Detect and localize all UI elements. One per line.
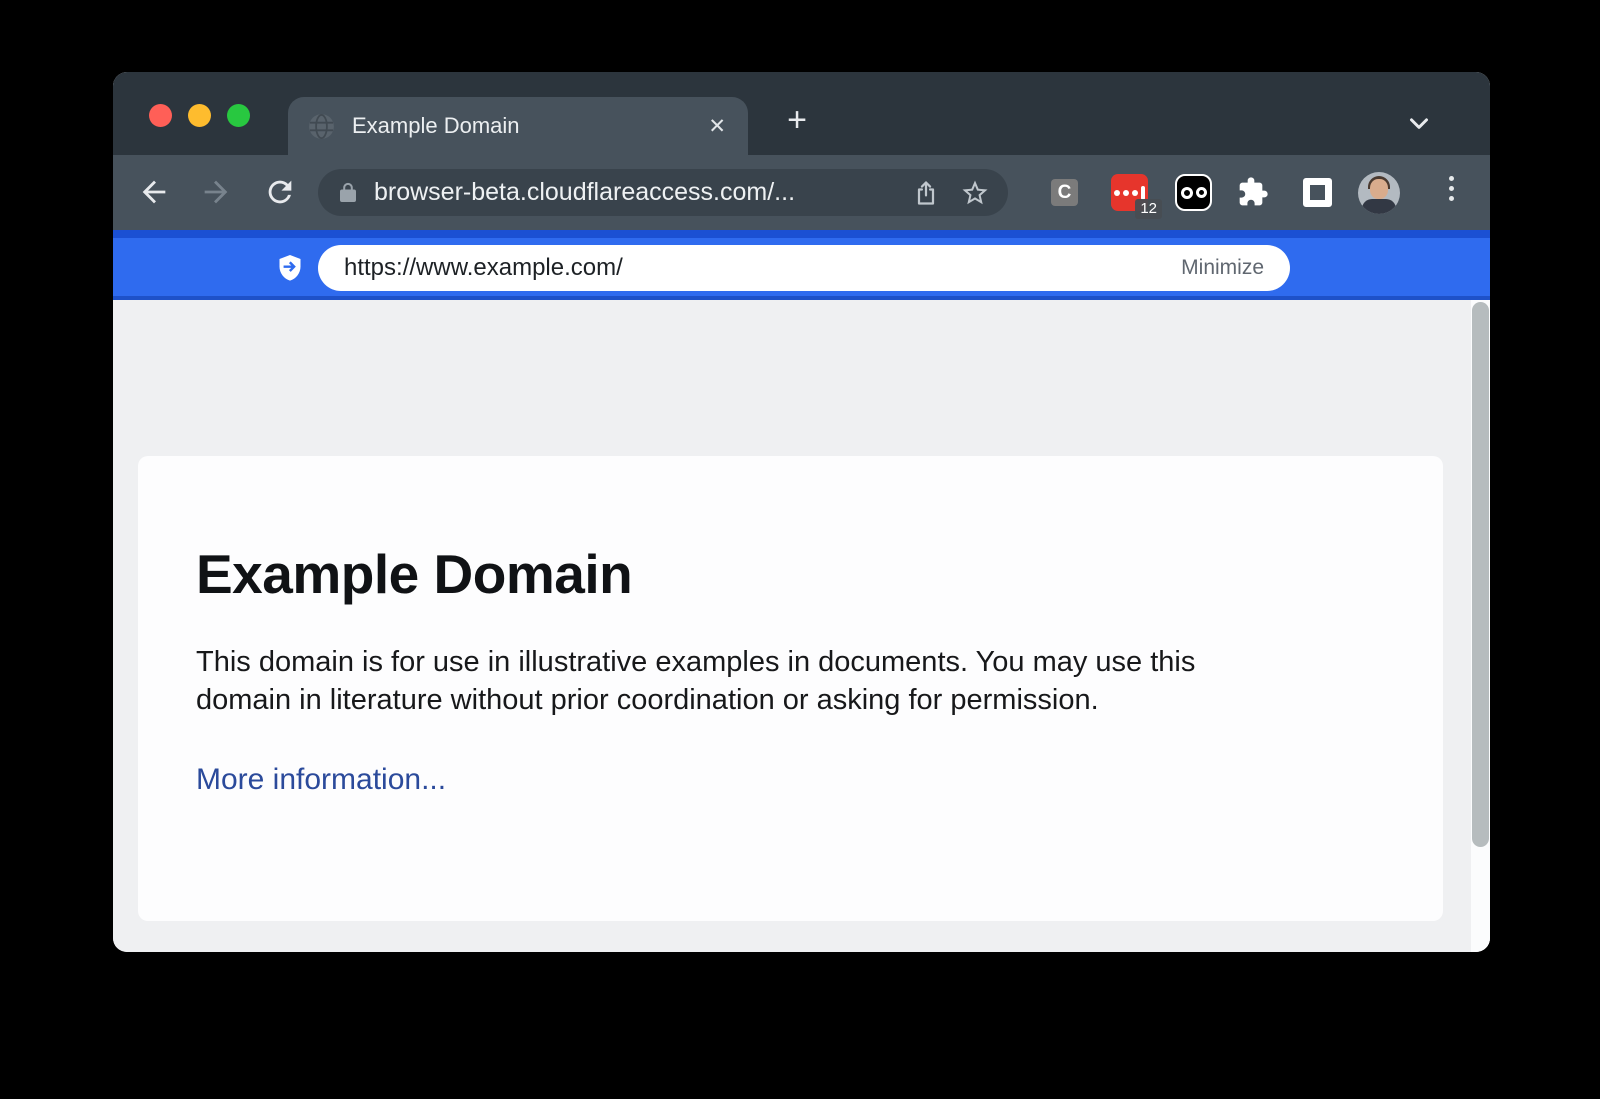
access-banner-top-strip <box>113 230 1490 238</box>
globe-favicon-icon <box>308 113 335 140</box>
paragraph-line: domain in literature without prior coord… <box>196 681 1383 719</box>
reload-icon[interactable] <box>263 175 297 209</box>
tab-search-chevron-icon[interactable] <box>1404 108 1434 138</box>
page-viewport: Example Domain This domain is for use in… <box>113 300 1490 952</box>
share-icon[interactable] <box>912 179 940 207</box>
more-information-link[interactable]: More information... <box>196 763 446 797</box>
remote-url-bar[interactable]: https://www.example.com/ Minimize <box>318 245 1290 291</box>
page-title: Example Domain <box>196 544 1383 605</box>
browser-toolbar: browser-beta.cloudflareaccess.com/... C … <box>113 155 1490 230</box>
back-icon[interactable] <box>137 175 171 209</box>
scrollbar-track[interactable] <box>1471 300 1490 952</box>
bookmark-star-icon[interactable] <box>960 178 990 208</box>
omnibox-url[interactable]: browser-beta.cloudflareaccess.com/... <box>374 178 912 207</box>
extension-c-icon[interactable]: C <box>1051 179 1078 206</box>
access-banner: https://www.example.com/ Minimize <box>113 238 1490 300</box>
tab-strip: Example Domain ✕ + <box>113 72 1490 155</box>
paragraph-line: This domain is for use in illustrative e… <box>196 643 1383 681</box>
close-window-button[interactable] <box>149 104 172 127</box>
traffic-lights <box>149 104 250 127</box>
scrollbar-thumb[interactable] <box>1472 302 1489 847</box>
page-paragraph: This domain is for use in illustrative e… <box>196 643 1383 719</box>
omnibox[interactable]: browser-beta.cloudflareaccess.com/... <box>318 169 1008 216</box>
side-panel-icon[interactable] <box>1303 178 1332 207</box>
extension-goggles-icon[interactable] <box>1175 174 1212 211</box>
forward-icon[interactable] <box>199 175 233 209</box>
new-tab-button[interactable]: + <box>775 98 819 142</box>
remote-url[interactable]: https://www.example.com/ <box>344 254 1181 282</box>
browser-tab[interactable]: Example Domain ✕ <box>288 97 748 155</box>
example-domain-card: Example Domain This domain is for use in… <box>138 456 1443 921</box>
lock-icon <box>336 181 360 205</box>
extension-badge-count: 12 <box>1135 199 1162 220</box>
tab-title: Example Domain <box>352 113 706 139</box>
minimize-window-button[interactable] <box>188 104 211 127</box>
minimize-banner-button[interactable]: Minimize <box>1181 256 1264 280</box>
tab-close-icon[interactable]: ✕ <box>706 114 728 139</box>
extensions-puzzle-icon[interactable] <box>1237 176 1269 208</box>
browser-window: Example Domain ✕ + browser-beta.cloudfla… <box>113 72 1490 952</box>
profile-avatar[interactable] <box>1358 172 1400 214</box>
browser-menu-icon[interactable] <box>1447 174 1456 203</box>
extension-password-manager-icon[interactable]: 12 <box>1111 174 1148 211</box>
shield-icon <box>276 253 304 285</box>
zoom-window-button[interactable] <box>227 104 250 127</box>
